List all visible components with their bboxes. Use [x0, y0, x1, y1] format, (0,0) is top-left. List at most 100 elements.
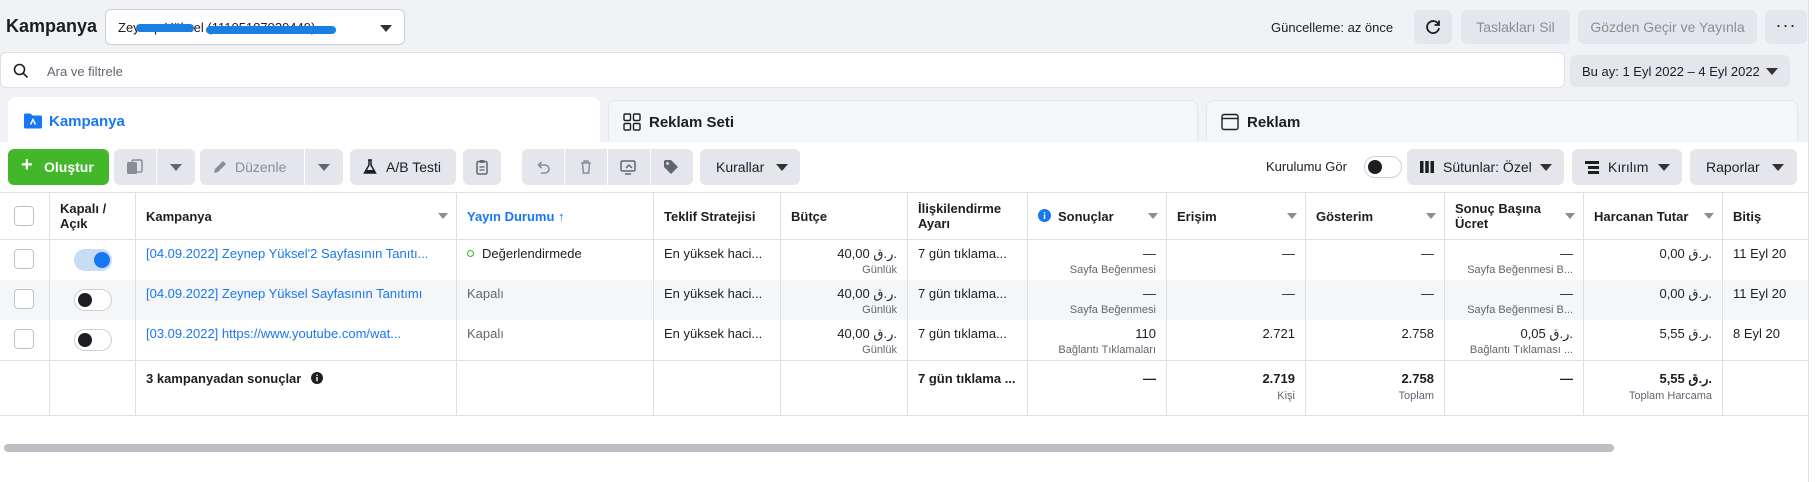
breakdown-button[interactable]: Kırılım: [1572, 149, 1682, 185]
delivery-status: Değerlendirmede: [467, 246, 582, 261]
chevron-down-icon: [776, 164, 788, 171]
attribution-cell: 7 gün tıklama...: [908, 280, 1028, 320]
setup-view-toggle[interactable]: [1364, 156, 1402, 178]
table-row[interactable]: [04.09.2022] Zeynep Yüksel Sayfasının Ta…: [0, 280, 1808, 320]
totals-spent-sub: Toplam Harcama: [1628, 390, 1712, 402]
campaign-on-off-toggle[interactable]: [74, 289, 112, 311]
totals-cell: [50, 361, 136, 415]
select-all-checkbox[interactable]: [14, 206, 34, 226]
totals-reach-sub: Kişi: [1277, 390, 1295, 402]
discard-drafts-button[interactable]: Taslakları Sil: [1461, 10, 1570, 44]
row-checkbox[interactable]: [14, 289, 34, 309]
search-filter-bar[interactable]: Ara ve filtrele: [0, 52, 1565, 88]
column-header-bid-strategy[interactable]: Teklif Stratejisi: [654, 193, 781, 239]
more-options-button[interactable]: ···: [1765, 10, 1807, 44]
column-header-results[interactable]: Sonuçlar: [1028, 193, 1167, 239]
results-cell: — Sayfa Beğenmesi: [1028, 280, 1167, 320]
column-header-campaign[interactable]: Kampanya: [136, 193, 457, 239]
cost-per-result-type: Bağlantı Tıklaması ...: [1469, 344, 1573, 356]
edit-button[interactable]: Düzenle: [200, 149, 304, 185]
duplicate-button[interactable]: [114, 149, 156, 185]
tab-campaigns[interactable]: Kampanya: [8, 97, 600, 143]
budget-value[interactable]: 40,00 ر.ق.: [837, 246, 897, 262]
totals-impressions-cell: 2.758 Toplam: [1306, 361, 1445, 415]
cost-per-result-cell: — Sayfa Beğenmesi B...: [1445, 240, 1584, 280]
delete-button[interactable]: [565, 149, 607, 185]
tag-button[interactable]: [651, 149, 693, 185]
column-header-label: Teklif Stratejisi: [664, 209, 756, 224]
scrollbar-vertical[interactable]: [1808, 0, 1820, 482]
row-toggle-cell: [50, 280, 136, 320]
date-range-picker[interactable]: Bu ay: 1 Eyl 2022 – 4 Eyl 2022: [1570, 55, 1790, 87]
preview-button[interactable]: [608, 149, 650, 185]
column-header-delivery[interactable]: Yayın Durumu ↑: [457, 193, 654, 239]
table-row[interactable]: [03.09.2022] https://www.youtube.com/wat…: [0, 320, 1808, 360]
ab-test-button[interactable]: A/B Testi: [350, 149, 456, 185]
refresh-button[interactable]: [1414, 10, 1452, 44]
columns-button[interactable]: Sütunlar: Özel: [1407, 149, 1564, 185]
rules-button[interactable]: Kurallar: [700, 149, 800, 185]
undo-button[interactable]: [522, 149, 564, 185]
totals-cell: [781, 361, 908, 415]
create-button[interactable]: + Oluştur: [8, 149, 109, 185]
row-checkbox[interactable]: [14, 249, 34, 269]
campaign-on-off-toggle[interactable]: [74, 249, 112, 271]
end-date-value: 11 Eyl 20: [1733, 246, 1787, 261]
info-icon[interactable]: [1038, 209, 1051, 222]
setup-view-label: Kurulumu Gör: [1266, 159, 1347, 174]
totals-cpr: —: [1560, 371, 1573, 386]
column-header-amount-spent[interactable]: Harcanan Tutar: [1584, 193, 1723, 239]
totals-reach-cell: 2.719 Kişi: [1167, 361, 1306, 415]
budget-value[interactable]: 40,00 ر.ق.: [837, 326, 897, 342]
totals-results-cell: —: [1028, 361, 1167, 415]
chevron-down-icon: [170, 164, 182, 171]
budget-value[interactable]: 40,00 ر.ق.: [837, 286, 897, 302]
column-header-budget[interactable]: Bütçe: [781, 193, 908, 239]
column-header-reach[interactable]: Erişim: [1167, 193, 1306, 239]
campaign-name-link[interactable]: [04.09.2022] Zeynep Yüksel'2 Sayfasının …: [146, 246, 451, 261]
horizontal-scrollbar[interactable]: [4, 444, 1614, 452]
cost-per-result-value: —: [1560, 286, 1573, 301]
campaign-name-link[interactable]: [03.09.2022] https://www.youtube.com/wat…: [146, 326, 451, 341]
bid-strategy: En yüksek haci...: [664, 286, 763, 301]
campaign-panel: + Oluştur Düzenle A/B Testi Kurallar Kur…: [0, 142, 1808, 482]
reach-value: 2.721: [1262, 326, 1295, 341]
toggle-knob: [1368, 160, 1382, 174]
totals-cell: [457, 361, 654, 415]
search-input[interactable]: Ara ve filtrele: [47, 64, 123, 79]
duplicate-dropdown-button[interactable]: [157, 149, 195, 185]
chevron-down-icon: [438, 213, 448, 219]
ad-account-selector[interactable]: Zeynep Yüksel (11105187939449): [105, 9, 405, 45]
toggle-knob: [94, 252, 110, 268]
budget-cell: 40,00 ر.ق. Günlük: [781, 320, 908, 360]
budget-type: Günlük: [862, 344, 897, 356]
column-header-cost-per-result[interactable]: Sonuç Başına Ücret: [1445, 193, 1584, 239]
edit-dropdown-button[interactable]: [305, 149, 343, 185]
column-header-on-off[interactable]: Kapalı / Açık: [50, 193, 136, 239]
amount-spent-value: 0,00 ر.ق.: [1659, 246, 1712, 261]
info-icon[interactable]: [311, 372, 323, 384]
chevron-down-icon: [1426, 213, 1436, 219]
page-title: Kampanya: [6, 16, 98, 36]
column-header-impressions[interactable]: Gösterim: [1306, 193, 1445, 239]
clipboard-button[interactable]: [463, 149, 501, 185]
column-header-attribution[interactable]: İlişkilendirme Ayarı: [908, 193, 1028, 239]
amount-spent-cell: 0,00 ر.ق.: [1584, 240, 1723, 280]
review-publish-button[interactable]: Gözden Geçir ve Yayınla: [1578, 10, 1757, 44]
budget-cell: 40,00 ر.ق. Günlük: [781, 280, 908, 320]
totals-attribution-cell: 7 gün tıklama ...: [908, 361, 1028, 415]
impressions-value: 2.758: [1401, 326, 1434, 341]
tab-ads[interactable]: Reklam: [1206, 100, 1798, 142]
reports-button[interactable]: Raporlar: [1690, 149, 1797, 185]
table-row[interactable]: [04.09.2022] Zeynep Yüksel'2 Sayfasının …: [0, 240, 1808, 280]
results-type: Sayfa Beğenmesi: [1069, 304, 1156, 316]
campaign-on-off-toggle[interactable]: [74, 329, 112, 351]
totals-impressions: 2.758: [1401, 371, 1434, 386]
tab-adsets[interactable]: Reklam Seti: [608, 100, 1198, 142]
campaign-name-cell: [04.09.2022] Zeynep Yüksel'2 Sayfasının …: [136, 240, 457, 280]
campaign-name-link[interactable]: [04.09.2022] Zeynep Yüksel Sayfasının Ta…: [146, 286, 451, 301]
column-header-ends[interactable]: Bitiş: [1723, 193, 1808, 239]
row-checkbox[interactable]: [14, 329, 34, 349]
chevron-down-icon: [1704, 213, 1714, 219]
delivery-status: Kapalı: [467, 326, 504, 341]
